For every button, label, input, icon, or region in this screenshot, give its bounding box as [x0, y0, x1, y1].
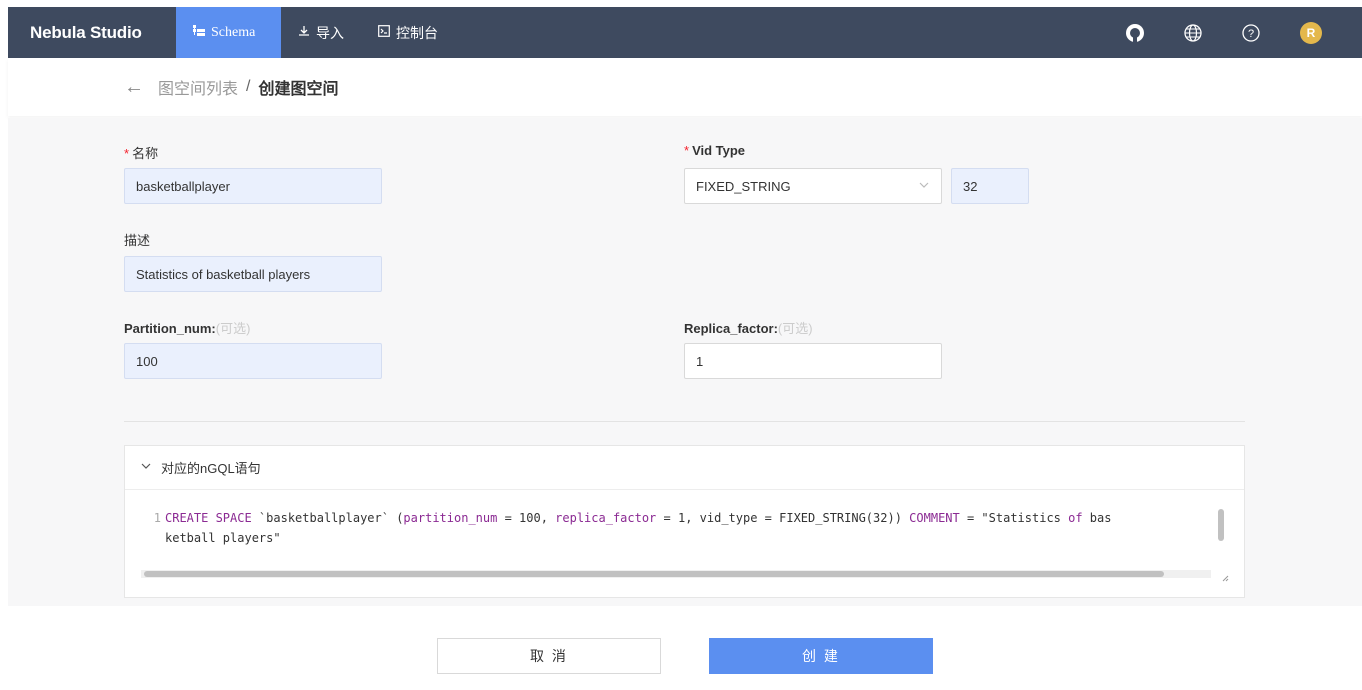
- line-number: 1: [153, 511, 161, 525]
- back-arrow-icon[interactable]: ←: [124, 76, 144, 99]
- required-mark: *: [124, 146, 130, 161]
- tab-schema[interactable]: Schema: [176, 7, 281, 58]
- vid-type-label: * Vid Type: [684, 143, 746, 158]
- breadcrumb: ← 图空间列表 / 创建图空间: [8, 58, 1362, 116]
- tab-import[interactable]: 导入: [281, 7, 361, 58]
- top-nav-bar: Nebula Studio Schema 导入 控制台 ? R: [8, 7, 1362, 58]
- required-mark: *: [684, 143, 690, 158]
- create-button[interactable]: 创 建: [709, 638, 933, 674]
- breadcrumb-space-list[interactable]: 图空间列表: [158, 75, 238, 99]
- console-icon: [378, 25, 390, 40]
- tab-console[interactable]: 控制台: [361, 7, 455, 58]
- globe-icon[interactable]: [1181, 21, 1205, 45]
- ngql-panel: 对应的nGQL语句 1 CREATE SPACE `basketballplay…: [124, 445, 1245, 598]
- breadcrumb-separator: /: [246, 78, 251, 95]
- tab-import-label: 导入: [316, 24, 344, 41]
- ngql-panel-header[interactable]: 对应的nGQL语句: [125, 446, 1244, 490]
- tab-schema-label: Schema: [211, 24, 256, 40]
- chevron-down-icon: [919, 180, 929, 193]
- avatar[interactable]: R: [1300, 21, 1322, 44]
- description-input[interactable]: Statistics of basketball players: [124, 256, 382, 292]
- import-icon: [298, 25, 310, 40]
- schema-icon: [193, 25, 205, 40]
- partition-num-input[interactable]: 100: [124, 343, 382, 379]
- horizontal-scrollbar[interactable]: [141, 570, 1211, 578]
- divider: [124, 421, 1245, 422]
- name-input[interactable]: basketballplayer: [124, 168, 382, 204]
- vid-type-select[interactable]: FIXED_STRING: [684, 168, 942, 204]
- description-label: 描述: [124, 233, 151, 248]
- vertical-scrollbar[interactable]: [1218, 509, 1224, 541]
- horizontal-scrollbar-thumb[interactable]: [144, 571, 1164, 577]
- replica-factor-label: Replica_factor:(可选): [684, 321, 813, 336]
- tab-console-label: 控制台: [396, 24, 438, 41]
- github-icon[interactable]: [1123, 21, 1147, 45]
- ngql-panel-title: 对应的nGQL语句: [161, 461, 261, 476]
- name-label: * 名称: [124, 146, 159, 161]
- ngql-code-editor[interactable]: 1 CREATE SPACE `basketballplayer` (parti…: [141, 508, 1227, 548]
- form-actions: 取 消 创 建: [8, 606, 1362, 690]
- vid-length-input[interactable]: 32: [951, 168, 1029, 204]
- app-logo[interactable]: Nebula Studio: [8, 23, 176, 43]
- partition-num-label: Partition_num:(可选): [124, 321, 251, 336]
- code-line-1: CREATE SPACE `basketballplayer` (partiti…: [165, 511, 1112, 525]
- create-space-form: * 名称 basketballplayer * Vid Type FIXED_STR…: [8, 118, 1362, 606]
- resize-handle-icon[interactable]: [1221, 574, 1229, 585]
- replica-factor-input[interactable]: 1: [684, 343, 942, 379]
- nav-right-actions: ? R: [1089, 7, 1362, 58]
- chevron-down-icon: [141, 461, 151, 474]
- cancel-button[interactable]: 取 消: [437, 638, 661, 674]
- page-title: 创建图空间: [258, 81, 339, 98]
- code-line-2: ketball players": [165, 531, 281, 545]
- svg-text:?: ?: [1248, 28, 1254, 40]
- help-icon[interactable]: ?: [1239, 21, 1263, 45]
